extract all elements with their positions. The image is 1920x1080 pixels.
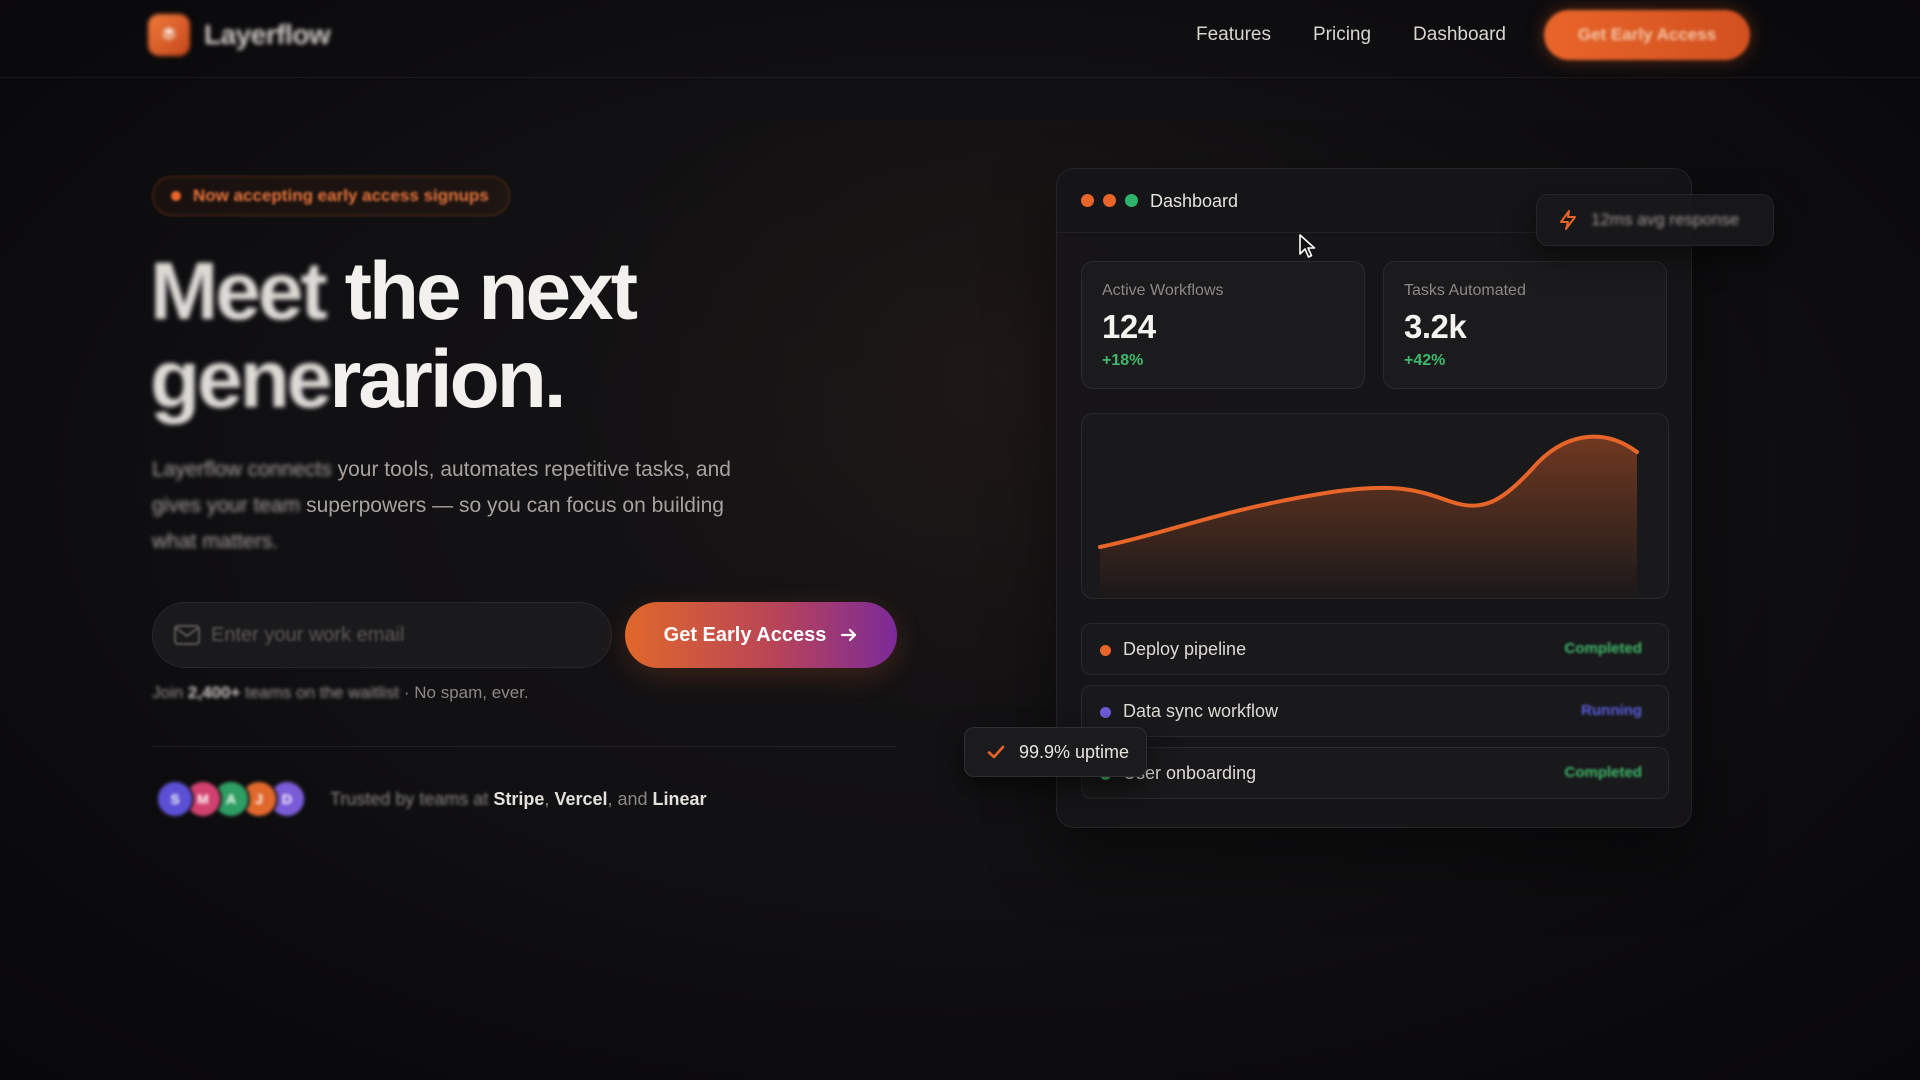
- activity-chart: [1081, 413, 1669, 599]
- nav-link-features[interactable]: Features: [1196, 24, 1271, 46]
- lightning-icon: [1560, 210, 1576, 230]
- stat-value: 3.2k: [1404, 308, 1467, 345]
- task-name: Data sync workflow: [1123, 701, 1279, 721]
- sub-blur-1: Layerflow connects: [152, 458, 332, 481]
- brand-logo-icon: [148, 14, 190, 56]
- sub-blur-3: what matters.: [152, 530, 279, 553]
- early-access-badge: Now accepting early access signups: [152, 176, 510, 216]
- headline-line2-blurred: gene: [150, 334, 332, 425]
- sub-text-1: your tools, automates repetitive tasks, …: [331, 458, 731, 481]
- task-row-data-sync[interactable]: Data sync workflow Running: [1081, 685, 1669, 737]
- task-status-dot-icon: [1100, 707, 1111, 718]
- stat-label: Active Workflows: [1102, 282, 1224, 299]
- trusted-company-stripe: Stripe: [493, 789, 545, 809]
- cta-label: Get Early Access: [663, 623, 827, 646]
- email-field[interactable]: Enter your work email: [152, 602, 612, 668]
- sub-blur-2: gives your team: [152, 494, 301, 517]
- hero-headline: Meet the next generarion.: [150, 248, 850, 424]
- uptime-badge: 99.9% uptime: [964, 727, 1147, 777]
- task-name: Deploy pipeline: [1123, 639, 1247, 659]
- window-dot-icon: [1125, 194, 1138, 207]
- avatar: S: [156, 780, 194, 818]
- waitlist-prefix: Join 2,400+ teams on the waitlist: [152, 683, 399, 702]
- get-early-access-button[interactable]: Get Early Access: [625, 602, 897, 668]
- nav-link-dashboard[interactable]: Dashboard: [1413, 24, 1506, 46]
- stat-value: 124: [1102, 308, 1156, 345]
- window-dot-icon: [1103, 194, 1116, 207]
- waitlist-count: 2,400+: [187, 683, 241, 702]
- activity-chart-svg: [1098, 434, 1639, 598]
- trusted-sep-1: ,: [544, 789, 555, 809]
- checkmark-icon: [987, 745, 1005, 759]
- mouse-pointer-icon: [1299, 234, 1316, 258]
- hero-subheading: Layerflow connects your tools, automates…: [152, 452, 792, 560]
- stat-card-active-workflows: Active Workflows 124 +18%: [1081, 261, 1365, 389]
- dashboard-preview-card: Dashboard Active Workflows 124 +18% Task…: [1056, 168, 1692, 828]
- brand[interactable]: Layerflow: [148, 14, 331, 56]
- trusted-company-vercel: Vercel: [554, 789, 608, 809]
- headline-line1-rest: the next: [324, 246, 638, 337]
- trusted-sep-2: , and: [607, 789, 653, 809]
- task-status-badge: Completed: [1564, 640, 1642, 657]
- uptime-text: 99.9% uptime: [1019, 741, 1130, 762]
- waitlist-suffix: · No spam, ever.: [399, 683, 529, 702]
- nav-link-pricing[interactable]: Pricing: [1313, 24, 1371, 46]
- stat-delta: +18%: [1102, 352, 1144, 369]
- nav-get-early-access-button[interactable]: Get Early Access: [1544, 10, 1750, 60]
- nav-links: Features Pricing Dashboard: [1196, 24, 1506, 46]
- arrow-right-icon: [841, 628, 857, 642]
- top-navigation: Layerflow Features Pricing Dashboard Get…: [0, 0, 1920, 78]
- stat-delta: +42%: [1404, 352, 1446, 369]
- badge-dot-icon: [171, 191, 181, 201]
- response-time-text: 12ms avg response: [1591, 210, 1740, 229]
- headline-word-blurred: Meet: [150, 246, 328, 337]
- response-time-badge: 12ms avg response: [1536, 194, 1774, 246]
- stat-label: Tasks Automated: [1404, 282, 1526, 299]
- mail-icon: [174, 625, 200, 645]
- task-status-dot-icon: [1100, 645, 1111, 656]
- waitlist-join: Join: [152, 683, 188, 702]
- task-status-badge: Completed: [1564, 764, 1642, 781]
- waitlist-mid: teams on the waitlist: [240, 683, 400, 702]
- stat-card-tasks-automated: Tasks Automated 3.2k +42%: [1383, 261, 1667, 389]
- chart-area: [1100, 436, 1637, 598]
- headline-line2-rest: rarion.: [329, 334, 566, 425]
- waitlist-note: Join 2,400+ teams on the waitlist · No s…: [152, 683, 529, 703]
- window-controls: [1081, 194, 1138, 207]
- trusted-company-linear: Linear: [652, 789, 707, 809]
- dashboard-title: Dashboard: [1150, 191, 1239, 211]
- task-row-deploy-pipeline[interactable]: Deploy pipeline Completed: [1081, 623, 1669, 675]
- brand-name: Layerflow: [204, 19, 331, 50]
- sub-text-2: superpowers — so you can focus on buildi…: [300, 494, 724, 517]
- trusted-by-text: Trusted by teams at Stripe, Vercel, and …: [330, 789, 707, 810]
- task-status-badge: Running: [1581, 702, 1642, 719]
- trusted-prefix: Trusted by teams at: [330, 789, 494, 809]
- badge-text: Now accepting early access signups: [193, 186, 489, 205]
- window-dot-icon: [1081, 194, 1094, 207]
- email-placeholder: Enter your work email: [211, 624, 405, 646]
- avatar-stack: SMAJD: [156, 780, 306, 818]
- hero-divider: [152, 746, 897, 747]
- task-row-user-onboarding[interactable]: User onboarding Completed: [1081, 747, 1669, 799]
